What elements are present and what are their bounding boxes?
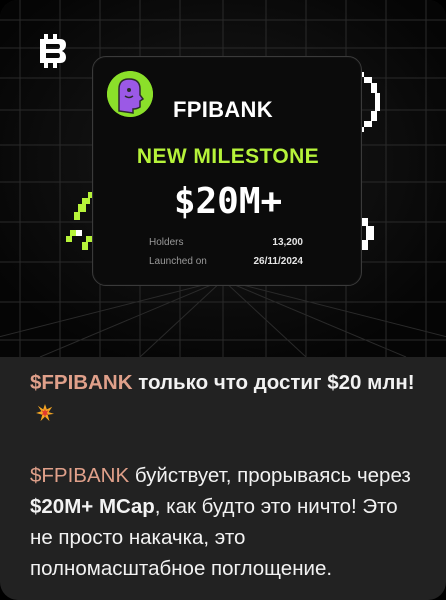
- milestone-amount: $20M+: [173, 181, 283, 222]
- brand-logo-icon: [40, 34, 66, 68]
- brand-name: FPIBANK: [173, 97, 273, 122]
- milestone-banner-image[interactable]: FPIBANK NEW MILESTONE $20M+ Holders 13,2…: [0, 0, 446, 357]
- stat-label-holders: Holders: [149, 237, 184, 248]
- ticker-link[interactable]: $FPIBANK: [30, 464, 129, 487]
- ticker-link[interactable]: $FPIBANK: [30, 371, 133, 394]
- body-bold-mcap: $20M+ MCap: [30, 495, 155, 518]
- stat-value-launched: 26/11/2024: [253, 256, 304, 267]
- collision-emoji-icon: [36, 404, 54, 422]
- milestone-card: FPIBANK NEW MILESTONE $20M+ Holders 13,2…: [92, 56, 362, 286]
- body-text-a: буйствует, прорываясь через: [129, 464, 411, 487]
- stat-label-launched: Launched on: [149, 256, 207, 267]
- stat-value-holders: 13,200: [272, 237, 303, 248]
- message-body: $FPIBANK буйствует, прорываясь через $20…: [30, 460, 426, 584]
- telegram-post: FPIBANK NEW MILESTONE $20M+ Holders 13,2…: [0, 0, 446, 600]
- message-headline: $FPIBANK только что достиг $20 млн!: [30, 367, 426, 429]
- milestone-label: NEW MILESTONE: [136, 145, 320, 168]
- token-avatar-icon: [107, 71, 153, 117]
- headline-text: только что достиг $20 млн!: [132, 371, 415, 394]
